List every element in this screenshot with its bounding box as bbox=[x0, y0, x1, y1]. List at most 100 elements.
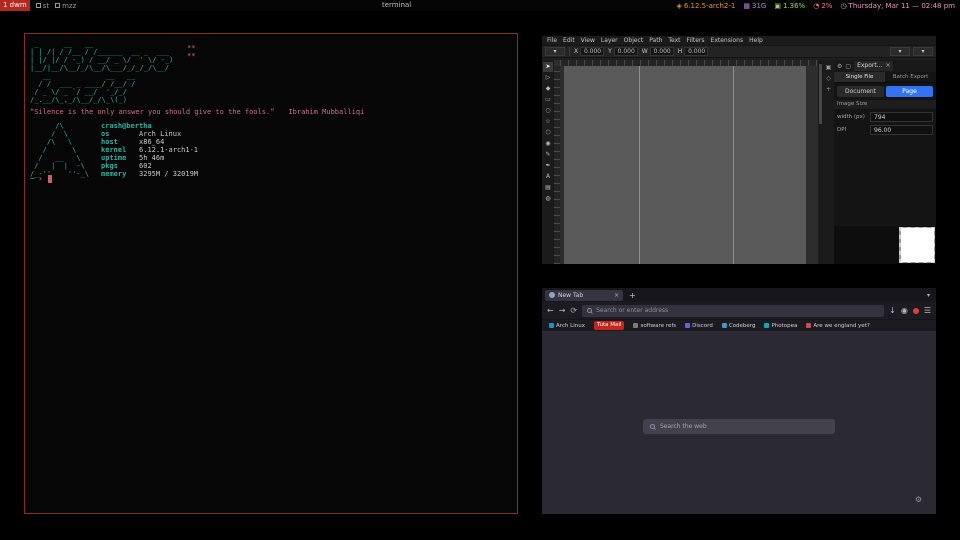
scale-dropdown[interactable]: ▾ bbox=[913, 47, 933, 56]
new-tab-button[interactable]: + bbox=[626, 291, 639, 300]
export-dialog-tab[interactable]: Export... × bbox=[854, 61, 893, 71]
fetch-key: os bbox=[101, 130, 139, 138]
tab-single-file[interactable]: Single File bbox=[834, 72, 885, 82]
menu-extensions[interactable]: Extensions bbox=[711, 37, 744, 44]
menu-edit[interactable]: Edit bbox=[563, 37, 575, 44]
node-tool-icon[interactable]: ▷ bbox=[543, 73, 553, 83]
bookmark-label: Tuta Mail bbox=[597, 321, 621, 330]
browser-window[interactable]: New Tab × + ▾ ← → ⟳ Search or enter addr… bbox=[542, 288, 936, 514]
bookmark-photopea[interactable]: Photopea bbox=[764, 323, 797, 329]
pencil-tool-icon[interactable]: ✎ bbox=[543, 150, 553, 160]
menu-path[interactable]: Path bbox=[649, 37, 662, 44]
dropper-tool-icon[interactable]: ◍ bbox=[543, 194, 553, 204]
snap-node-icon[interactable]: + bbox=[826, 86, 831, 93]
terminal-cursor bbox=[48, 175, 52, 183]
export-preview-area bbox=[834, 226, 936, 264]
ellipse-tool-icon[interactable]: ○ bbox=[543, 106, 553, 116]
star-tool-icon[interactable]: ☆ bbox=[543, 117, 553, 127]
bookmark-codeberg[interactable]: Codeberg bbox=[722, 323, 756, 329]
canvas-scrollbar[interactable] bbox=[818, 60, 823, 264]
menu-file[interactable]: File bbox=[547, 37, 557, 44]
pen-tool-icon[interactable]: ✒ bbox=[543, 161, 553, 171]
gradient-tool-icon[interactable]: ▤ bbox=[543, 183, 553, 193]
web-search-placeholder: Search the web bbox=[660, 423, 707, 430]
text-tool-icon[interactable]: A bbox=[543, 172, 553, 182]
tab-batch-export[interactable]: Batch Export bbox=[885, 72, 936, 82]
back-icon[interactable]: ← bbox=[547, 306, 554, 315]
menu-text[interactable]: Text bbox=[668, 37, 680, 44]
artboard[interactable] bbox=[564, 66, 806, 264]
page-guide-line[interactable] bbox=[639, 66, 640, 264]
selection-mode-dropdown[interactable]: ▾ bbox=[545, 47, 565, 56]
menu-view[interactable]: View bbox=[581, 37, 595, 44]
snap-bbox-icon[interactable]: ◇ bbox=[826, 75, 831, 82]
snap-icon[interactable]: ▣ bbox=[826, 64, 832, 71]
selector-tool-icon[interactable]: ➤ bbox=[543, 62, 553, 72]
fetch-row-pkgs: pkgs602 bbox=[101, 162, 198, 170]
width-input[interactable]: 794 bbox=[870, 112, 933, 122]
dialog-dock-icon[interactable]: ▢ bbox=[845, 63, 851, 70]
bookmark-arch-linux[interactable]: Arch Linux bbox=[549, 323, 585, 329]
y-field-input[interactable]: 0.000 bbox=[614, 47, 638, 56]
extension-icon[interactable] bbox=[913, 308, 919, 314]
terminal-window[interactable]: _ __ __ | | /| / /__ / /______ __ _ ___ … bbox=[24, 33, 518, 514]
downloads-icon[interactable]: ↓ bbox=[889, 306, 896, 315]
web-search-box[interactable]: Search the web bbox=[643, 419, 835, 434]
bookmark-tuta-mail[interactable]: Tuta Mail bbox=[594, 321, 624, 330]
shell-prompt[interactable]: ~ › bbox=[30, 174, 52, 183]
bar-app-st[interactable]: st bbox=[36, 2, 49, 10]
reload-icon[interactable]: ⟳ bbox=[570, 306, 577, 315]
w-field-input[interactable]: 0.000 bbox=[650, 47, 674, 56]
home-settings-gear-icon[interactable]: ⚙ bbox=[915, 495, 922, 504]
fetch-value: 602 bbox=[139, 162, 152, 170]
tab-close-icon[interactable]: × bbox=[614, 292, 619, 299]
browser-content: Search the web ⚙ bbox=[542, 331, 936, 514]
width-field-row: width (px) 794 bbox=[834, 109, 936, 122]
fetch-value: x86_64 bbox=[139, 138, 164, 146]
bookmark-label: Arch Linux bbox=[556, 323, 585, 329]
bookmark-are-we-england-yet[interactable]: Are we england yet? bbox=[806, 323, 869, 329]
fetch-block: /\ / \ /\ \ / \ / __ \ / | | -\ /_-'' ''… bbox=[30, 122, 198, 178]
dpi-input[interactable]: 96.00 bbox=[870, 125, 933, 135]
menu-icon[interactable]: ☰ bbox=[924, 306, 931, 315]
inkscape-canvas[interactable] bbox=[554, 60, 818, 264]
document-scope-button[interactable]: Document bbox=[837, 86, 884, 97]
fetch-user: crash@bertha bbox=[101, 122, 198, 130]
page-guide-line[interactable] bbox=[733, 66, 734, 264]
account-icon[interactable]: ◉ bbox=[901, 306, 908, 315]
page-scope-button[interactable]: Page bbox=[886, 86, 933, 97]
photopea-icon bbox=[764, 323, 769, 328]
scrollbar-thumb[interactable] bbox=[819, 64, 822, 124]
h-field-input[interactable]: 0.000 bbox=[684, 47, 708, 56]
x-field-input[interactable]: 0.000 bbox=[580, 47, 604, 56]
dialog-settings-icon[interactable]: ⚙ bbox=[837, 63, 842, 70]
flag-icon bbox=[806, 323, 811, 328]
bookmark-discord[interactable]: Discord bbox=[685, 323, 713, 329]
bar-app-mzz[interactable]: mzz bbox=[55, 2, 76, 10]
rect-tool-icon[interactable]: ▭ bbox=[543, 95, 553, 105]
menu-layer[interactable]: Layer bbox=[601, 37, 618, 44]
box3d-tool-icon[interactable]: ⬡ bbox=[543, 128, 553, 138]
fetch-row-host: hostx86_64 bbox=[101, 138, 198, 146]
workspace-tag[interactable]: 1 dwm bbox=[0, 0, 30, 11]
address-placeholder: Search or enter address bbox=[596, 307, 668, 314]
toolbar-separator bbox=[569, 47, 570, 56]
tab-new-tab[interactable]: New Tab × bbox=[545, 290, 623, 301]
width-label: width (px) bbox=[837, 114, 867, 120]
inkscape-window[interactable]: File Edit View Layer Object Path Text Fi… bbox=[542, 36, 936, 264]
arch-linux-icon bbox=[549, 323, 554, 328]
spiral-tool-icon[interactable]: ◉ bbox=[543, 139, 553, 149]
vertical-ruler bbox=[554, 66, 560, 264]
units-dropdown[interactable]: ▾ bbox=[890, 47, 910, 56]
menu-filters[interactable]: Filters bbox=[687, 37, 705, 44]
address-bar[interactable]: Search or enter address bbox=[582, 305, 884, 317]
bookmark-software-refs[interactable]: software refs bbox=[633, 323, 676, 329]
list-all-tabs-icon[interactable]: ▾ bbox=[927, 292, 933, 299]
forward-icon[interactable]: → bbox=[559, 306, 566, 315]
menu-help[interactable]: Help bbox=[749, 37, 763, 44]
w-field-label: W bbox=[642, 48, 648, 55]
shape-builder-tool-icon[interactable]: ◆ bbox=[543, 84, 553, 94]
desktop: 1 dwm st mzz terminal ◈ 6.12.5-arch2-1 ▦… bbox=[0, 0, 960, 540]
close-icon[interactable]: × bbox=[885, 61, 890, 71]
menu-object[interactable]: Object bbox=[624, 37, 644, 44]
